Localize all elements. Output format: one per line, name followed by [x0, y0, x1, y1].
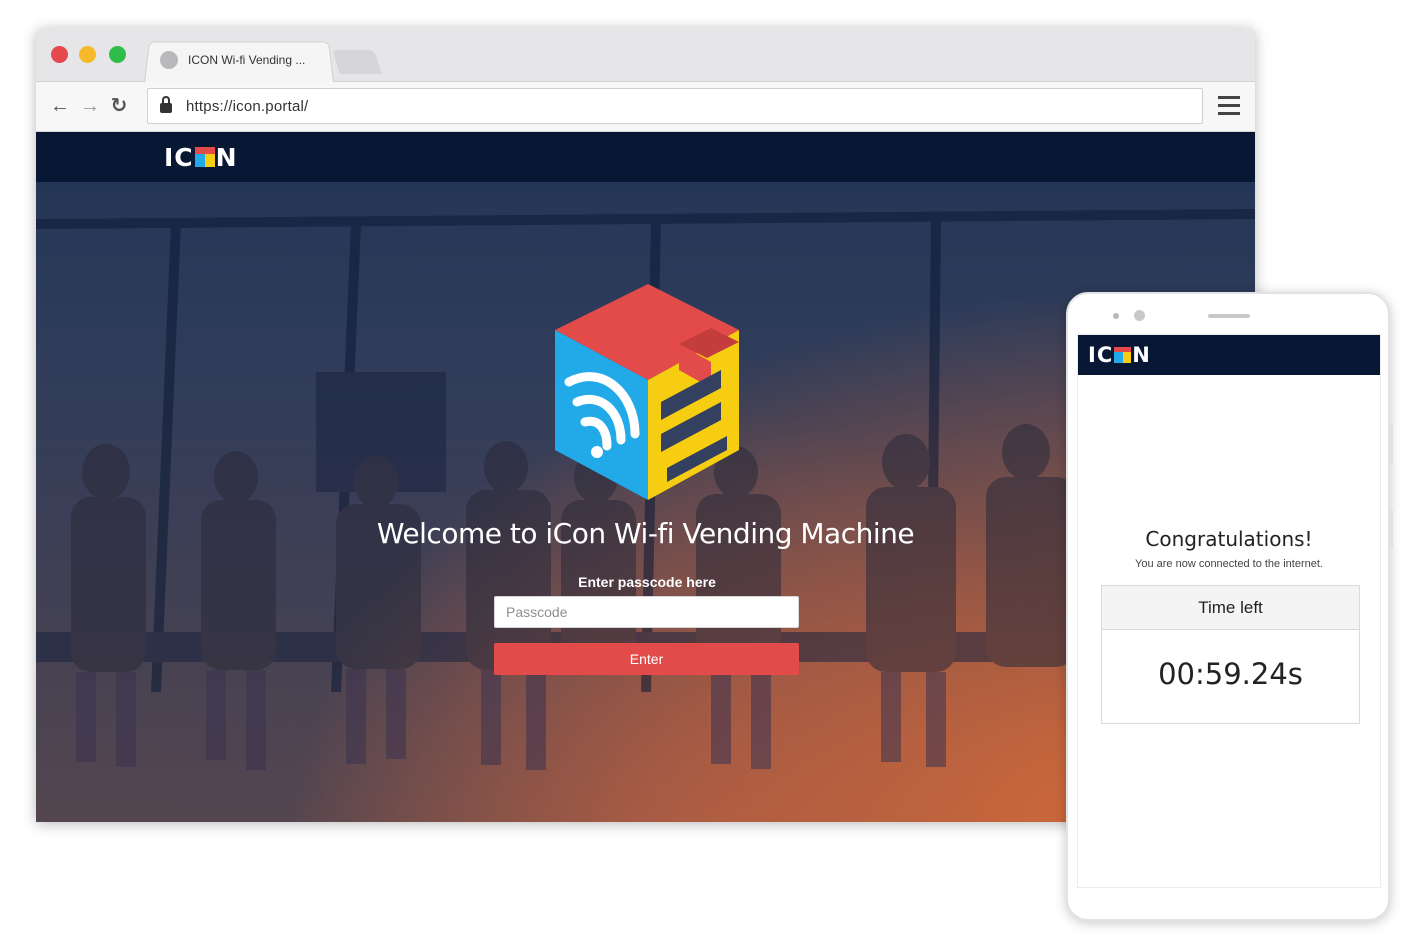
hamburger-menu-icon[interactable] — [1218, 96, 1240, 116]
icon-cube-logo — [555, 284, 739, 500]
icon-cube-logo-large — [551, 284, 745, 500]
maximize-window-button[interactable] — [109, 46, 126, 63]
forward-arrow-icon[interactable]: → — [79, 95, 101, 117]
passcode-input[interactable] — [494, 596, 799, 628]
tab-title: ICON Wi-fi Vending ... — [188, 53, 306, 67]
enter-button[interactable]: Enter — [494, 643, 799, 675]
icon-cube-logo — [194, 147, 215, 167]
tab-bar: ICON Wi-fi Vending ... — [36, 28, 1255, 82]
minimize-window-button[interactable] — [79, 46, 96, 63]
icon-cube-logo — [1114, 346, 1132, 364]
time-left-label: Time left — [1102, 586, 1359, 630]
sensor-dot — [1113, 313, 1119, 319]
favicon-icon — [160, 51, 178, 69]
front-camera — [1134, 310, 1145, 321]
lock-icon — [160, 96, 172, 113]
time-left-card: Time left 00:59.24s — [1101, 585, 1360, 724]
browser-tab-content[interactable]: ICON Wi-fi Vending ... — [160, 49, 305, 71]
stage: ICON Wi-fi Vending ... ← → ↻ https://ico… — [0, 0, 1413, 949]
url-text[interactable]: https://icon.portal/ — [186, 98, 308, 115]
portal-header: IC N — [36, 132, 1255, 182]
connected-message: You are now connected to the internet. — [1135, 558, 1323, 570]
new-tab-button[interactable] — [332, 50, 382, 74]
phone-device: IC N Congratulations! You are now connec… — [1066, 292, 1393, 921]
icon-brand-logo[interactable]: IC N — [164, 143, 238, 172]
phone-portal-header: IC N — [1078, 335, 1380, 375]
power-button — [1389, 509, 1393, 549]
icon-brand-logo[interactable]: IC N — [1088, 342, 1151, 368]
phone-screen: IC N Congratulations! You are now connec… — [1077, 334, 1381, 888]
volume-button — [1389, 424, 1393, 464]
close-window-button[interactable] — [51, 46, 68, 63]
address-bar[interactable]: https://icon.portal/ — [147, 88, 1203, 124]
congratulations-heading: Congratulations! — [1145, 527, 1313, 551]
time-left-value: 00:59.24s — [1158, 657, 1303, 691]
browser-toolbar: ← → ↻ https://icon.portal/ — [36, 82, 1255, 132]
back-arrow-icon[interactable]: ← — [49, 95, 71, 117]
reload-icon[interactable]: ↻ — [108, 95, 130, 117]
earpiece-speaker — [1208, 314, 1250, 318]
